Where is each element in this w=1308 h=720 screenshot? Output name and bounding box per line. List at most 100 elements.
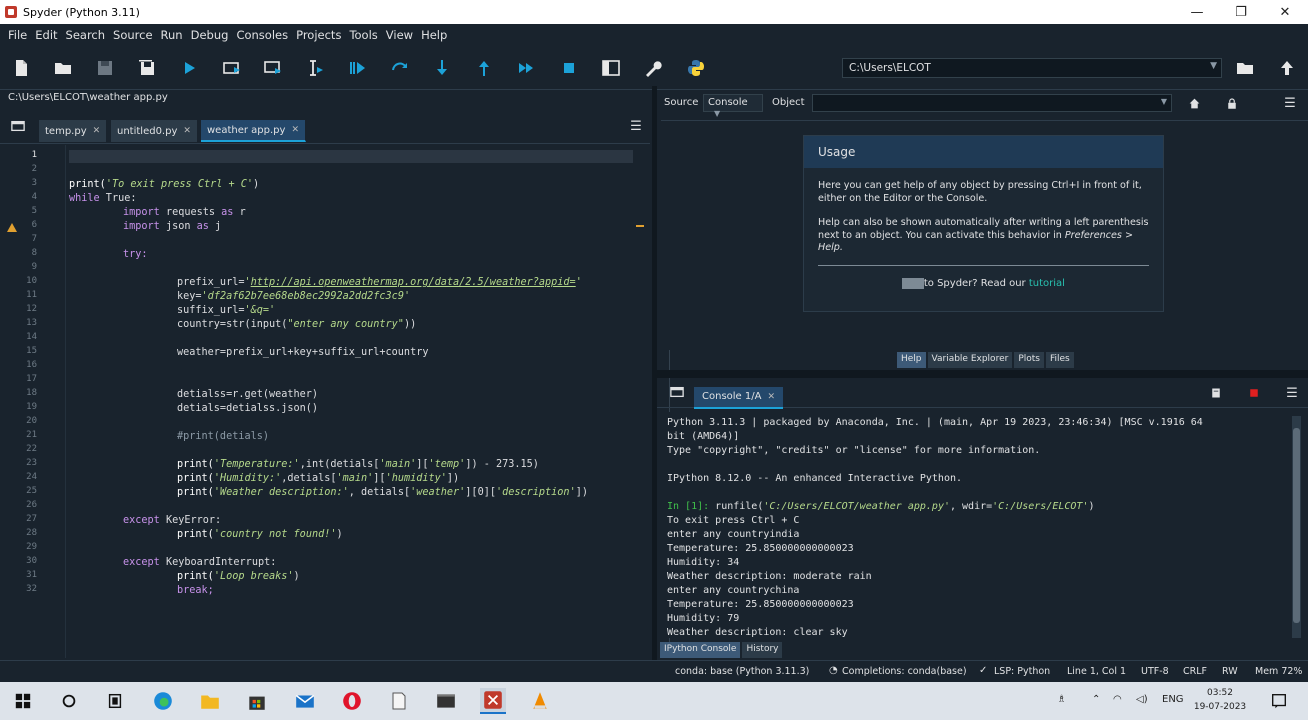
tab-console-1a[interactable]: Console 1/A ✕: [694, 387, 783, 409]
step-over-icon[interactable]: [388, 56, 412, 80]
menu-source[interactable]: Source: [109, 28, 157, 42]
status-bar: conda: base (Python 3.11.3) Completions:…: [0, 660, 1308, 682]
tab-temp-py[interactable]: temp.py ✕: [39, 120, 108, 142]
line-number: 18: [26, 388, 37, 398]
menu-run[interactable]: Run: [157, 28, 187, 42]
debug-icon[interactable]: [345, 56, 369, 80]
menu-search[interactable]: Search: [62, 28, 110, 42]
preferences-wrench-icon[interactable]: [641, 56, 665, 80]
tab-untitled0-py[interactable]: untitled0.py ✕: [111, 120, 198, 142]
code-line: while True:: [69, 193, 137, 204]
object-input[interactable]: ▼: [812, 94, 1172, 112]
ipython-console[interactable]: Python 3.11.3 | packaged by Anaconda, In…: [663, 412, 1291, 638]
console-line: Humidity: 79: [667, 613, 740, 624]
run-icon[interactable]: [177, 56, 201, 80]
tab-plots[interactable]: Plots: [1014, 352, 1044, 368]
tab-ipython-console[interactable]: IPython Console: [660, 642, 741, 658]
browse-tabs-icon[interactable]: [669, 384, 685, 400]
people-icon[interactable]: ♗: [1057, 694, 1066, 705]
python-path-icon[interactable]: [684, 56, 708, 80]
task-view-icon[interactable]: [102, 688, 128, 714]
step-out-icon[interactable]: [472, 56, 496, 80]
line-number: 26: [26, 500, 37, 510]
maximize-pane-icon[interactable]: [599, 56, 623, 80]
menu-projects[interactable]: Projects: [292, 28, 345, 42]
opera-browser-icon[interactable]: [339, 688, 365, 714]
edge-browser-icon[interactable]: [150, 688, 176, 714]
file-explorer-icon[interactable]: [197, 688, 223, 714]
code-editor[interactable]: 1 2 3 4 5 6 7 8 9 10 11 12 13 14 15 16 1…: [0, 145, 670, 658]
code-area[interactable]: print('To exit press Ctrl + C') while Tr…: [69, 145, 670, 658]
working-directory-combobox[interactable]: C:\Users\ELCOT ▼: [842, 58, 1222, 78]
notepad-icon[interactable]: [386, 688, 412, 714]
store-icon[interactable]: [244, 688, 270, 714]
continue-icon[interactable]: [514, 56, 538, 80]
menu-view[interactable]: View: [382, 28, 417, 42]
close-tab-icon[interactable]: ✕: [767, 392, 775, 402]
console-scrollbar-thumb[interactable]: [1293, 428, 1300, 623]
menu-debug[interactable]: Debug: [187, 28, 233, 42]
notification-icon[interactable]: [1266, 688, 1292, 714]
lock-icon[interactable]: [1224, 95, 1240, 111]
browse-directory-icon[interactable]: [1233, 56, 1257, 80]
interrupt-kernel-icon[interactable]: [1246, 385, 1262, 401]
input-language[interactable]: ENG: [1162, 694, 1184, 705]
close-tab-icon[interactable]: ✕: [183, 126, 191, 136]
show-hidden-icons[interactable]: ⌃: [1092, 694, 1100, 705]
source-select[interactable]: Console ▼: [703, 94, 763, 118]
close-button[interactable]: ✕: [1262, 0, 1308, 24]
menu-help[interactable]: Help: [417, 28, 451, 42]
system-clock[interactable]: 03:52 19-07-2023: [1190, 686, 1250, 714]
network-icon[interactable]: ◠: [1113, 694, 1122, 705]
spyder-taskbar-icon[interactable]: [480, 688, 506, 714]
tutorial-link[interactable]: tutorial: [1029, 278, 1065, 289]
tab-weather-app-py[interactable]: weather app.py ✕: [201, 120, 306, 142]
console-options-menu-icon[interactable]: ☰: [1284, 385, 1300, 401]
save-all-icon[interactable]: [135, 56, 159, 80]
editor-file-path: C:\Users\ELCOT\weather app.py: [8, 92, 168, 103]
parent-directory-icon[interactable]: [1275, 56, 1299, 80]
editor-options-menu-icon[interactable]: ☰: [628, 118, 644, 134]
run-cell-advance-icon[interactable]: [261, 56, 285, 80]
run-selection-icon[interactable]: [303, 56, 327, 80]
step-into-icon[interactable]: [430, 56, 454, 80]
code-line: prefix_url='http://api.openweathermap.or…: [177, 277, 582, 288]
console-scrollbar[interactable]: [1292, 416, 1301, 638]
menu-tools[interactable]: Tools: [345, 28, 381, 42]
help-pane-tabs: Help Variable Explorer Plots Files: [897, 352, 1074, 368]
volume-icon[interactable]: ◁): [1136, 694, 1148, 705]
maximize-button[interactable]: ❐: [1218, 0, 1264, 24]
close-tab-icon[interactable]: ✕: [291, 125, 299, 135]
working-directory-value: C:\Users\ELCOT: [849, 62, 931, 74]
tab-help[interactable]: Help: [897, 352, 926, 368]
help-options-menu-icon[interactable]: ☰: [1282, 95, 1298, 111]
clear-console-icon[interactable]: [1208, 385, 1224, 401]
browse-tabs-icon[interactable]: [10, 118, 26, 134]
terminal-app-icon[interactable]: [433, 688, 459, 714]
menu-file[interactable]: File: [4, 28, 31, 42]
minimize-button[interactable]: —: [1174, 0, 1220, 24]
open-folder-icon[interactable]: [51, 56, 75, 80]
stop-icon[interactable]: [557, 56, 581, 80]
code-line: print('Humidity:',detials['main']['humid…: [177, 473, 460, 484]
menu-edit[interactable]: Edit: [31, 28, 61, 42]
warning-icon[interactable]: [7, 223, 17, 232]
console-line: To exit press Ctrl + C: [667, 515, 800, 526]
home-icon[interactable]: [1186, 95, 1202, 111]
code-line: except KeyboardInterrupt:: [123, 557, 277, 568]
windows-start-icon[interactable]: [10, 688, 36, 714]
run-cell-icon[interactable]: [220, 56, 244, 80]
mail-icon[interactable]: [292, 688, 318, 714]
tab-files[interactable]: Files: [1045, 352, 1074, 368]
vlc-icon[interactable]: [527, 688, 553, 714]
line-number: 14: [26, 332, 37, 342]
close-tab-icon[interactable]: ✕: [93, 126, 101, 136]
horizontal-splitter[interactable]: [657, 370, 1308, 378]
tab-variable-explorer[interactable]: Variable Explorer: [927, 352, 1013, 368]
menu-consoles[interactable]: Consoles: [232, 28, 292, 42]
save-icon[interactable]: [93, 56, 117, 80]
search-icon[interactable]: [56, 688, 82, 714]
tab-history[interactable]: History: [742, 642, 783, 658]
new-file-icon[interactable]: [9, 56, 33, 80]
line-number: 8: [31, 248, 37, 258]
